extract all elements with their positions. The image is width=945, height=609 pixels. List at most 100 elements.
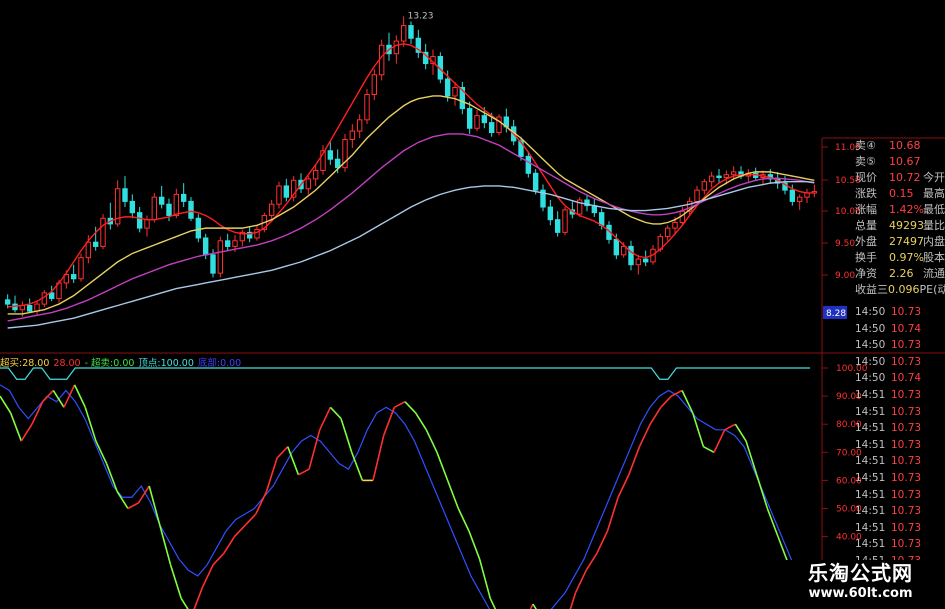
tick-row: 14:51 10.73: [855, 503, 945, 520]
osc-segment: [617, 474, 630, 498]
tick-row: 14:51 10.73: [855, 487, 945, 504]
osc-segment: [105, 463, 118, 492]
candle: [466, 101, 473, 134]
candle: [195, 214, 202, 243]
candle: [745, 169, 752, 184]
candle: [400, 16, 407, 47]
candle: [584, 194, 590, 212]
legend-item: - 超卖:0.00: [84, 358, 135, 369]
osc-segment: [585, 553, 598, 571]
quote-row: 换手 0.97% 股本: [855, 250, 945, 266]
candle: [12, 295, 18, 313]
candle-body: [327, 150, 334, 160]
candle: [708, 171, 715, 188]
tick-time: 14:50: [855, 339, 886, 352]
quote-row: 卖④ 10.68: [855, 138, 945, 154]
candle-body: [48, 292, 55, 299]
candle-body: [210, 254, 216, 274]
candle-body: [34, 303, 40, 312]
quote-rows: 卖④ 10.68 卖⑤ 10.67 现价 10.72 今开 涨跌 0.15 最高 涨幅 1.42% 最低…: [855, 138, 945, 298]
quote-label-2: 内盘: [923, 235, 945, 248]
quote-label: 涨幅: [855, 203, 877, 216]
candle: [305, 176, 312, 195]
candle-body: [400, 25, 407, 42]
quote-label: 涨跌: [855, 187, 877, 200]
quote-value: 2.26: [889, 267, 914, 280]
candle: [701, 178, 708, 195]
candle: [635, 254, 642, 275]
osc-segment: [329, 406, 342, 420]
osc-segment: [649, 406, 662, 425]
tick-price: 10.73: [891, 455, 922, 468]
tick-price: 10.73: [891, 488, 922, 501]
tick-row: 14:51 10.73: [855, 470, 945, 487]
osc-segment: [180, 597, 189, 609]
osc-segment: [298, 468, 310, 476]
osc-segment: [127, 502, 139, 510]
osc-segment: [244, 513, 257, 526]
osc-segment: [755, 474, 769, 509]
candle-body: [78, 257, 84, 280]
osc-segment: [116, 491, 129, 509]
candle: [268, 200, 275, 220]
candle-body: [122, 188, 128, 202]
candle: [378, 39, 385, 81]
candle-body: [85, 241, 92, 259]
candle-body: [723, 174, 730, 178]
candle-body: [525, 155, 532, 174]
osc-segment: [223, 536, 236, 554]
candle-body: [598, 212, 605, 226]
candle-body: [180, 193, 187, 202]
candle-body: [144, 219, 150, 229]
osc-segment: [692, 412, 705, 447]
candle-body: [708, 175, 715, 183]
chart-canvas[interactable]: 13.23 11.0010.5010.009.509.008.28100.009…: [0, 0, 945, 609]
tick-time: 14:51: [855, 538, 886, 551]
osc-segment: [63, 384, 76, 408]
osc-segment: [569, 592, 577, 609]
quote-label: 总量: [855, 219, 877, 232]
quote-value: 1.42%: [889, 203, 924, 216]
tick-row: 14:51 10.73: [855, 437, 945, 454]
candle-body: [591, 205, 598, 214]
candle: [364, 88, 370, 125]
osc-segment: [42, 389, 54, 403]
quote-label: 换手: [855, 251, 877, 264]
candle-body: [173, 193, 180, 216]
candle-body: [129, 200, 136, 214]
quote-label-2: 今开: [923, 171, 945, 184]
tick-time: 14:50: [855, 372, 886, 385]
candle-body: [334, 158, 341, 169]
indicator-legend: 超买:28.00 28.00- 超卖:0.00 顶点:100.00 底部:0.00: [0, 355, 245, 369]
quote-value: 10.72: [889, 171, 921, 184]
candle: [474, 109, 480, 132]
osc-segment: [489, 598, 497, 609]
candle-body: [349, 130, 356, 141]
tick-row: 14:50 10.73: [855, 304, 945, 321]
tick-time: 14:51: [855, 438, 886, 451]
osc-segment: [425, 429, 438, 453]
candle: [48, 285, 55, 302]
tick-time: 14:51: [855, 388, 886, 401]
quote-value: 0.15: [889, 187, 914, 200]
quote-value: 10.67: [889, 155, 921, 168]
quote-panel: 卖④ 10.68 卖⑤ 10.67 现价 10.72 今开 涨跌 0.15 最高 涨幅 1.42% 最低…: [855, 138, 945, 609]
candlestick-series: 13.23: [4, 11, 818, 317]
osc-segment: [148, 485, 161, 526]
candle-body: [224, 240, 231, 247]
candle-body: [26, 304, 33, 312]
osc-segment: [529, 603, 534, 609]
candle: [415, 29, 422, 58]
candle-body: [562, 209, 568, 233]
osc-segment: [372, 435, 385, 481]
osc-segment: [446, 480, 460, 509]
osc-segment: [0, 395, 12, 414]
candle-body: [628, 245, 634, 266]
tick-row: 14:51 10.73: [855, 420, 945, 437]
osc-segment: [478, 558, 492, 599]
candle: [129, 194, 136, 219]
tick-time: 14:51: [855, 422, 886, 435]
watermark-title: 乐淘公式网: [808, 561, 913, 585]
tick-price: 10.73: [891, 505, 922, 518]
candle-body: [305, 178, 312, 190]
